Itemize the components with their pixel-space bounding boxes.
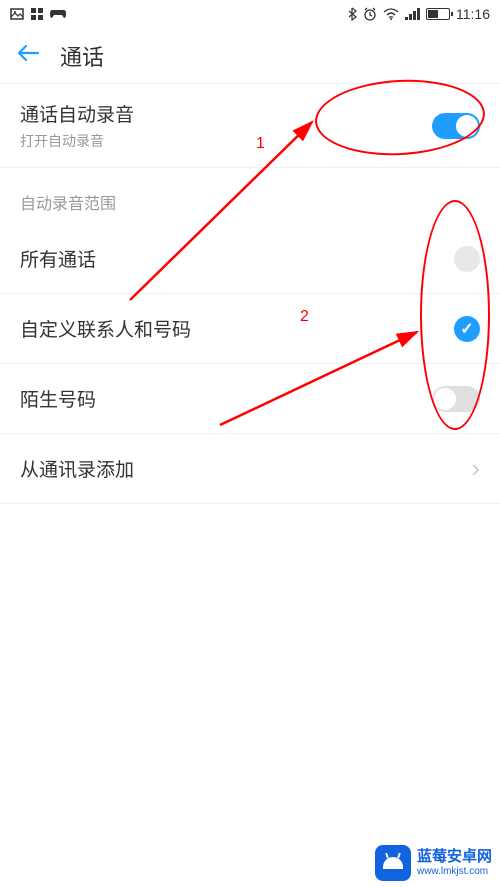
signal-icon xyxy=(405,8,420,20)
apps-icon xyxy=(30,7,44,21)
unknown-numbers-row[interactable]: 陌生号码 xyxy=(0,364,500,434)
page-header: 通话 xyxy=(0,28,500,84)
battery-icon xyxy=(426,8,450,20)
auto-record-subtitle: 打开自动录音 xyxy=(20,131,432,151)
all-calls-label: 所有通话 xyxy=(20,245,454,272)
watermark-logo-icon xyxy=(375,845,411,881)
game-icon xyxy=(50,8,66,20)
auto-record-title: 通话自动录音 xyxy=(20,100,432,127)
page-title: 通话 xyxy=(60,40,104,72)
auto-record-row[interactable]: 通话自动录音 打开自动录音 xyxy=(0,84,500,168)
watermark-name: 蓝莓安卓网 xyxy=(417,849,492,866)
add-from-contacts-row[interactable]: 从通讯录添加 › xyxy=(0,434,500,504)
gallery-icon xyxy=(10,7,24,21)
chevron-right-icon: › xyxy=(471,453,480,484)
custom-contacts-row[interactable]: 自定义联系人和号码 xyxy=(0,294,500,364)
watermark-url: www.lmkjst.com xyxy=(417,866,492,877)
all-calls-radio[interactable] xyxy=(454,246,480,272)
status-time: 11:16 xyxy=(456,6,490,22)
add-from-contacts-label: 从通讯录添加 xyxy=(20,455,471,482)
wifi-icon xyxy=(383,8,399,20)
custom-contacts-label: 自定义联系人和号码 xyxy=(20,315,454,342)
status-bar: 11:16 xyxy=(0,0,500,28)
unknown-numbers-label: 陌生号码 xyxy=(20,385,432,412)
unknown-numbers-toggle[interactable] xyxy=(432,386,480,412)
scope-section-label: 自动录音范围 xyxy=(0,168,500,224)
custom-contacts-radio[interactable] xyxy=(454,316,480,342)
all-calls-row[interactable]: 所有通话 xyxy=(0,224,500,294)
auto-record-toggle[interactable] xyxy=(432,113,480,139)
alarm-icon xyxy=(363,7,377,21)
watermark: 蓝莓安卓网 www.lmkjst.com xyxy=(375,845,492,881)
back-button[interactable] xyxy=(16,42,40,70)
bluetooth-icon xyxy=(347,7,357,21)
